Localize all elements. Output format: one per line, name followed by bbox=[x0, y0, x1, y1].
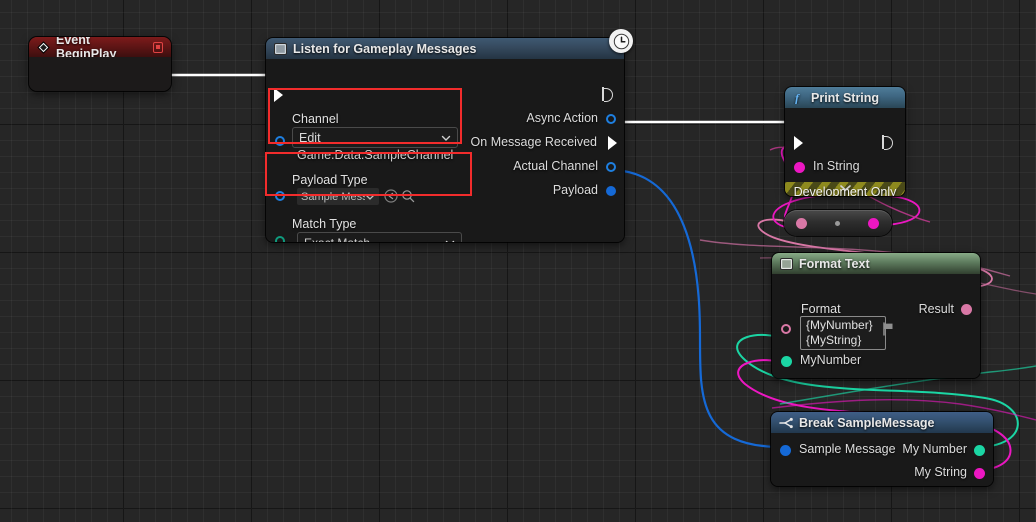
label-on-message-received: On Message Received bbox=[470, 135, 597, 149]
node-body bbox=[29, 57, 171, 91]
label-payload: Payload bbox=[552, 183, 598, 197]
pin-my-number[interactable] bbox=[781, 356, 792, 367]
svg-text:f: f bbox=[795, 91, 800, 104]
node-header[interactable]: Break SampleMessage bbox=[771, 412, 993, 433]
chevron-down-icon bbox=[365, 194, 375, 200]
localization-flag-icon[interactable] bbox=[882, 322, 895, 341]
node-title: Break SampleMessage bbox=[799, 415, 935, 430]
chevron-down-icon bbox=[839, 185, 851, 192]
pin-async-action[interactable] bbox=[606, 114, 616, 124]
reroute-knot-node[interactable] bbox=[784, 210, 892, 236]
node-title: Listen for Gameplay Messages bbox=[293, 41, 477, 56]
browse-back-icon[interactable] bbox=[384, 189, 398, 208]
pin-my-string[interactable] bbox=[974, 468, 985, 479]
event-node-icon bbox=[37, 40, 50, 54]
label-sample-message: Sample Message bbox=[799, 442, 896, 456]
pin-in-string[interactable] bbox=[794, 162, 805, 173]
channel-dropdown[interactable]: Edit bbox=[292, 127, 458, 148]
payload-type-dropdown[interactable]: Sample Messag bbox=[297, 188, 379, 205]
label-result: Result bbox=[918, 302, 954, 316]
node-body: Channel Edit Game.Data.SampleChannel Pay… bbox=[266, 59, 624, 242]
pin-exec-in[interactable] bbox=[274, 88, 283, 102]
node-header[interactable]: Event BeginPlay bbox=[29, 37, 171, 61]
label-actual-channel: Actual Channel bbox=[513, 159, 598, 173]
payload-type-value: Sample Messag bbox=[301, 190, 365, 203]
pin-format[interactable] bbox=[781, 324, 791, 334]
pin-sample-message[interactable] bbox=[780, 445, 791, 456]
format-text-input[interactable]: {MyNumber} {MyString} bbox=[800, 316, 886, 350]
pin-exec-out[interactable] bbox=[882, 135, 893, 150]
label-format: Format bbox=[801, 302, 841, 316]
async-action-icon bbox=[274, 42, 287, 55]
pin-payload[interactable] bbox=[606, 186, 616, 196]
label-async-action: Async Action bbox=[526, 111, 598, 125]
label-payload-type: Payload Type bbox=[292, 173, 368, 187]
pin-match-type[interactable] bbox=[275, 236, 285, 242]
label-my-number: My Number bbox=[902, 442, 967, 456]
node-header[interactable]: Listen for Gameplay Messages bbox=[266, 38, 624, 59]
clock-icon bbox=[609, 29, 633, 53]
pin-payload-type[interactable] bbox=[275, 191, 285, 201]
node-header[interactable]: Format Text bbox=[772, 253, 980, 274]
knot-center-dot bbox=[835, 221, 840, 226]
pin-on-message-received[interactable] bbox=[608, 136, 617, 150]
knot-pin-right[interactable] bbox=[868, 218, 879, 229]
label-channel: Channel bbox=[292, 112, 339, 126]
node-body: Sample Message My Number My String bbox=[771, 433, 993, 486]
chevron-down-icon bbox=[445, 240, 455, 242]
format-line-1: {MyNumber} bbox=[806, 318, 873, 332]
node-header[interactable]: f Print String bbox=[785, 87, 905, 108]
label-in-string: In String bbox=[813, 159, 860, 173]
blueprint-graph-canvas[interactable]: Event BeginPlay Listen for Gameplay Mess… bbox=[0, 0, 1036, 522]
stop-recording-icon[interactable] bbox=[153, 41, 163, 53]
match-type-dropdown[interactable]: Exact Match bbox=[297, 232, 462, 242]
node-event-begin-play[interactable]: Event BeginPlay bbox=[29, 37, 171, 91]
node-listen-for-gameplay-messages[interactable]: Listen for Gameplay Messages Channel Edi… bbox=[266, 38, 624, 242]
format-line-2: {MyString} bbox=[806, 333, 862, 347]
break-struct-icon bbox=[779, 417, 793, 429]
pin-channel[interactable] bbox=[275, 136, 285, 146]
pin-result[interactable] bbox=[961, 304, 972, 315]
chevron-down-icon bbox=[441, 135, 451, 141]
label-match-type: Match Type bbox=[292, 217, 357, 231]
function-icon: f bbox=[793, 91, 805, 104]
search-icon[interactable] bbox=[401, 189, 415, 208]
label-my-string: My String bbox=[914, 465, 967, 479]
node-break-sample-message[interactable]: Break SampleMessage Sample Message My Nu… bbox=[771, 412, 993, 486]
channel-subvalue: Game.Data.SampleChannel bbox=[297, 148, 454, 162]
channel-value: Edit bbox=[299, 130, 321, 145]
node-title: Print String bbox=[811, 90, 880, 105]
node-format-text[interactable]: Format Text Format {MyNumber} {MyString}… bbox=[772, 253, 980, 378]
expand-node-button[interactable] bbox=[785, 180, 905, 196]
pin-exec-in[interactable] bbox=[794, 136, 803, 150]
knot-pin-left[interactable] bbox=[796, 218, 807, 229]
pin-actual-channel[interactable] bbox=[606, 162, 616, 172]
label-my-string: MyString bbox=[800, 377, 849, 378]
pin-exec-out-then[interactable] bbox=[602, 87, 613, 102]
match-type-value: Exact Match bbox=[304, 236, 445, 243]
label-my-number: MyNumber bbox=[800, 353, 862, 367]
pin-my-number[interactable] bbox=[974, 445, 985, 456]
node-title: Format Text bbox=[799, 256, 870, 271]
node-body: Format {MyNumber} {MyString} MyNumber My… bbox=[772, 274, 980, 378]
make-struct-icon bbox=[780, 257, 793, 270]
node-print-string[interactable]: f Print String In String Development Onl… bbox=[785, 87, 905, 196]
wire-payload-to-break bbox=[609, 168, 783, 449]
